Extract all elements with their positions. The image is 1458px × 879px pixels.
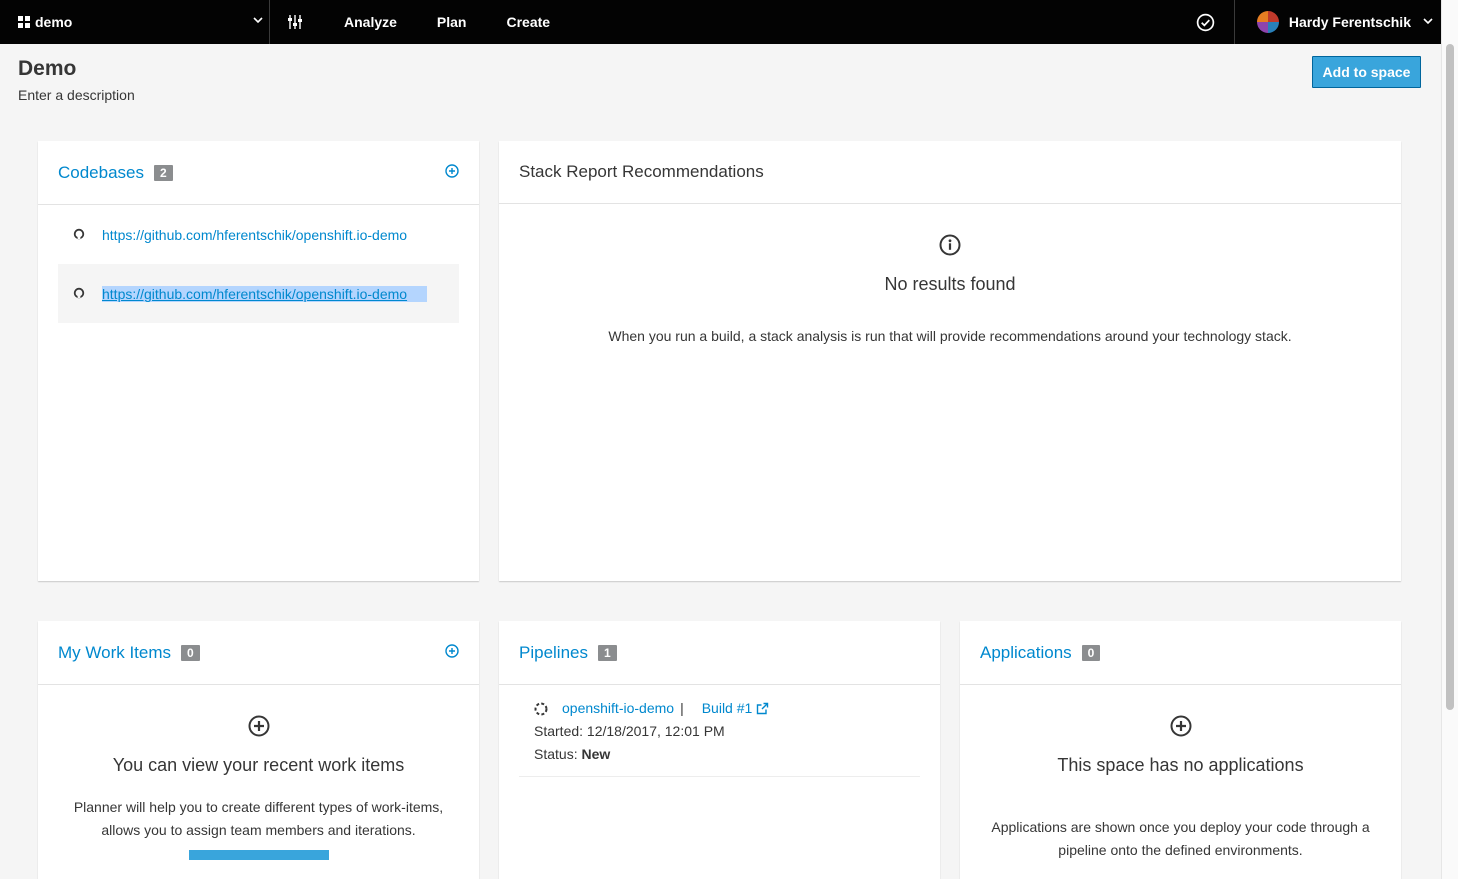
empty-state: No results found When you run a build, a… [499,204,1401,348]
empty-state: You can view your recent work items Plan… [38,685,479,860]
pipelines-title-link[interactable]: Pipelines [519,643,588,663]
nav-analyze[interactable]: Analyze [320,0,417,44]
repo-link[interactable]: https://github.com/hferentschik/openshif… [102,227,427,243]
grid-icon [18,16,30,28]
repo-link[interactable]: https://github.com/hferentschik/openshif… [102,285,427,302]
applications-header: Applications 0 [960,621,1401,685]
add-circle-icon[interactable] [445,643,459,663]
pipeline-started: Started: 12/18/2017, 12:01 PM [534,723,725,739]
status-label: Status: [534,746,578,762]
external-link-icon[interactable] [756,702,769,715]
user-name: Hardy Ferentschik [1288,14,1411,30]
count-badge: 2 [154,164,173,181]
count-badge: 1 [598,644,617,661]
applications-card: Applications 0 This space has no applica… [960,621,1401,879]
top-navbar: demo Analyze Plan Create Hardy Ferentsch… [0,0,1441,44]
work-items-header: My Work Items 0 [38,621,479,685]
empty-state-text: allows you to assign team members and it… [101,822,416,838]
codebases-card: Codebases 2 https://github.com/hferentsc… [38,141,479,581]
codebases-header: Codebases 2 [38,141,479,205]
empty-state-title: This space has no applications [1057,755,1304,775]
add-to-space-button[interactable]: Add to space [1312,56,1421,88]
empty-state-text: Planner will help you to create differen… [73,799,444,815]
add-circle-icon[interactable] [445,163,459,183]
work-items-card: My Work Items 0 You can view your recent… [38,621,479,879]
chevron-down-icon [253,14,263,28]
info-icon [499,234,1401,256]
add-circle-icon[interactable] [960,715,1401,737]
spinner-icon [534,702,548,716]
empty-state-title: You can view your recent work items [112,755,405,775]
status-check-icon[interactable] [1177,0,1235,44]
applications-title-link[interactable]: Applications [980,643,1072,663]
stack-report-title: Stack Report Recommendations [519,162,764,181]
empty-state-text: Applications are shown once you deploy y… [991,819,1370,835]
pipelines-header: Pipelines 1 [499,621,940,685]
empty-state-text: When you run a build, a stack analysis i… [608,328,1292,344]
count-badge: 0 [181,644,200,661]
pipelines-card: Pipelines 1 openshift-io-demo | Build #1… [499,621,940,879]
build-link[interactable]: Build #1 [702,697,753,720]
empty-state-text: pipeline onto the defined environments. [1058,842,1303,858]
pipeline-separator: | [680,700,684,716]
work-items-button[interactable] [188,850,329,860]
chevron-down-icon [1423,15,1433,29]
empty-state: This space has no applications Applicati… [960,685,1401,862]
nav-plan[interactable]: Plan [417,0,487,44]
divider [519,776,920,777]
stack-report-header: Stack Report Recommendations [499,141,1401,204]
stack-report-card: Stack Report Recommendations No results … [499,141,1401,581]
list-item[interactable]: https://github.com/hferentschik/openshif… [58,264,459,323]
codebases-title-link[interactable]: Codebases [58,163,144,183]
status-value: New [581,746,611,762]
github-icon [73,286,85,302]
settings-sliders-icon[interactable] [270,0,320,44]
list-item[interactable]: https://github.com/hferentschik/openshif… [38,205,479,264]
github-icon [73,227,85,243]
vertical-scrollbar[interactable] [1441,0,1458,879]
pipeline-name-link[interactable]: openshift-io-demo [562,697,674,720]
space-name: demo [35,14,73,30]
space-switcher[interactable]: demo [0,0,270,44]
empty-state-title: No results found [884,274,1016,294]
add-circle-icon[interactable] [38,715,479,737]
page-description[interactable]: Enter a description [18,87,135,103]
user-menu[interactable]: Hardy Ferentschik [1235,0,1441,44]
scrollbar-thumb[interactable] [1446,44,1454,710]
work-items-title-link[interactable]: My Work Items [58,643,171,663]
count-badge: 0 [1081,644,1101,661]
nav-create[interactable]: Create [487,0,571,44]
avatar [1256,11,1279,33]
page-title: Demo [18,57,77,80]
pipeline-status: Status: New [534,743,920,766]
pipeline-item: openshift-io-demo | Build #1 Started: 12… [499,685,940,766]
